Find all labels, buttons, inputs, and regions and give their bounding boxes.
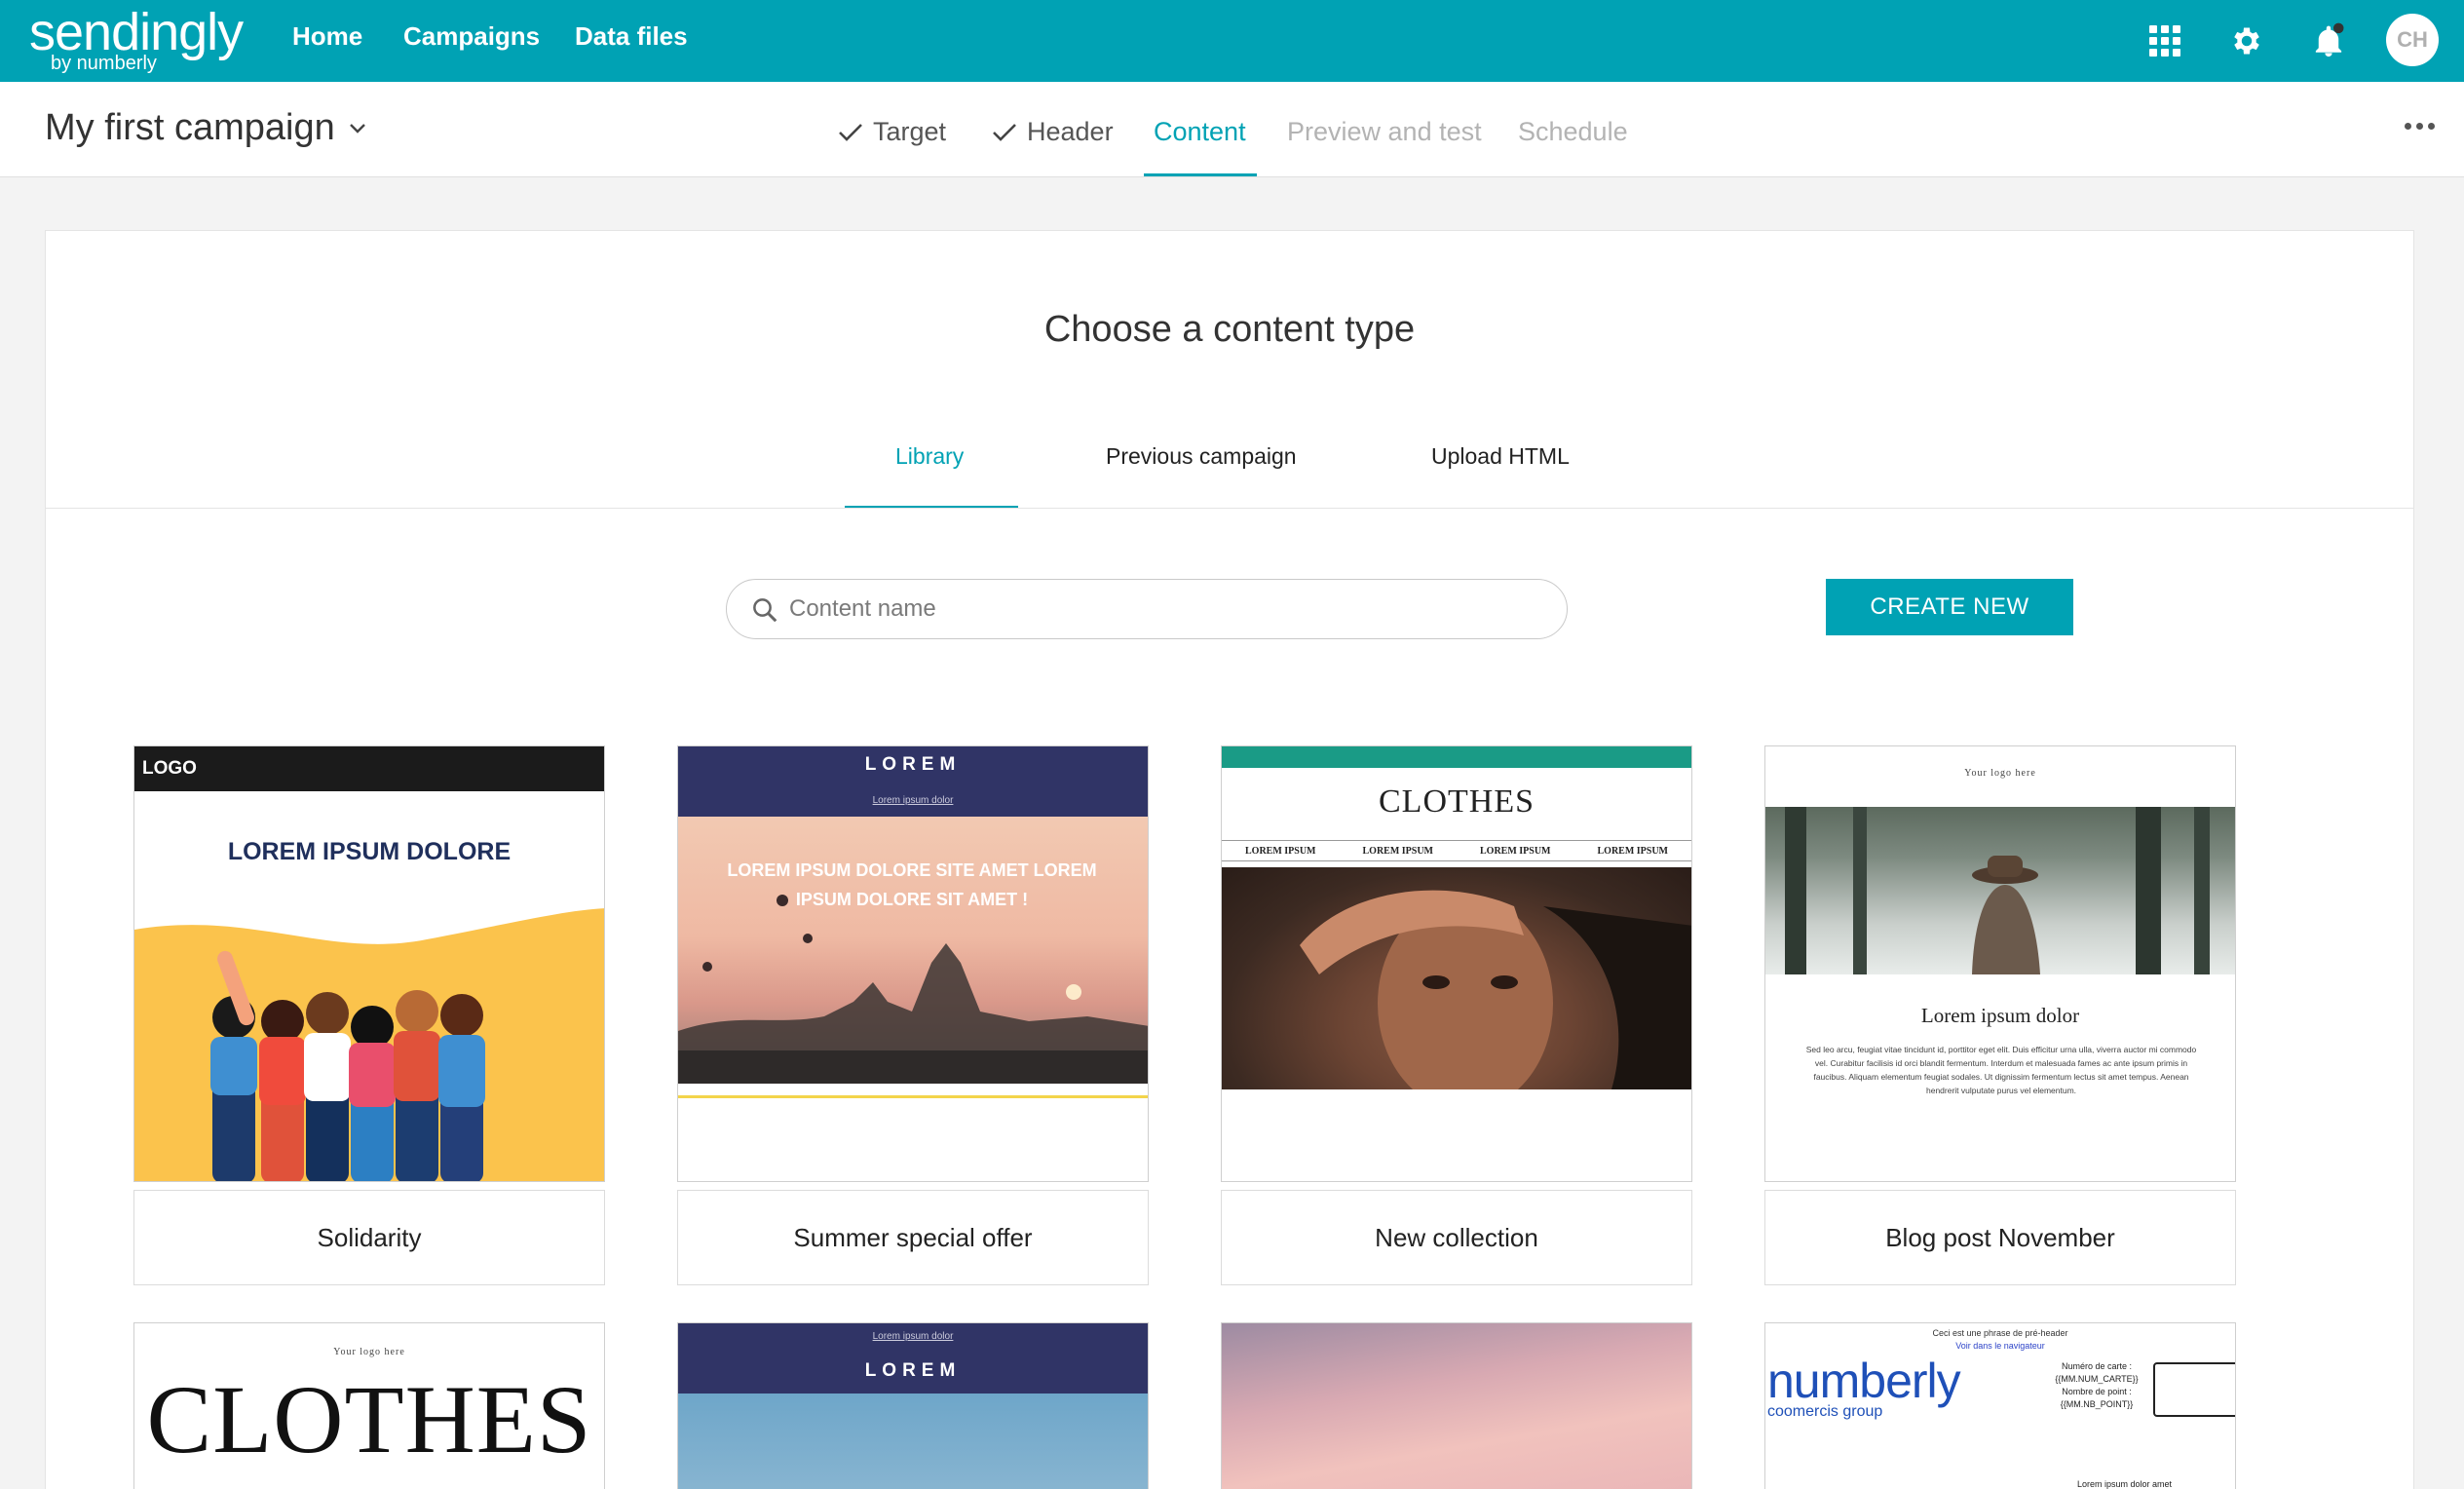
sky-photo (678, 1394, 1148, 1489)
campaign-title-dropdown[interactable]: My first campaign (45, 107, 366, 149)
thumbnail-headline: Lorem ipsum dolor (1920, 1004, 2080, 1027)
brand-subtitle: by numberly (51, 53, 157, 74)
step-label: Content (1154, 117, 1246, 146)
nav-home[interactable]: Home (292, 21, 362, 52)
template-thumbnail[interactable]: LOGO LOREM IPSUM DOLORE (133, 745, 605, 1182)
nav-campaigns[interactable]: Campaigns (403, 21, 540, 52)
step-label: Schedule (1518, 117, 1628, 146)
step-schedule: Schedule (1518, 117, 1628, 147)
thumbnail-nav-item: LOREM IPSUM (1245, 845, 1316, 857)
template-name[interactable]: Solidarity (133, 1190, 605, 1285)
sendingly-logo[interactable]: sendingly by numberly (29, 4, 244, 74)
apps-grid-icon[interactable] (2143, 19, 2186, 62)
search-icon (753, 598, 777, 623)
card-line: Numéro de carte : (2061, 1361, 2133, 1371)
friends-hugging-illustration (134, 908, 604, 1181)
loyalty-card-icon (2153, 1362, 2235, 1417)
notifications-bell-icon[interactable] (2307, 19, 2350, 62)
content-type-panel: Choose a content type Library Previous c… (45, 230, 2414, 1489)
template-name[interactable]: Blog post November (1764, 1190, 2236, 1285)
thumbnail-top-bar (1222, 746, 1691, 768)
thumbnail-nav-item: LOREM IPSUM (1362, 845, 1434, 857)
template-thumbnail[interactable] (1221, 1322, 1692, 1489)
nav-data-files[interactable]: Data files (575, 21, 688, 52)
step-preview-and-test: Preview and test (1287, 117, 1482, 147)
content-name-input[interactable] (789, 592, 1530, 627)
thumbnail-headline: LOREM IPSUM DOLORE SITE AMET LOREM IPSUM… (727, 860, 1097, 909)
card-line: {{MM.NB_POINT}} (2060, 1399, 2134, 1409)
thumbnail-subtitle: Lorem ipsum dolor (872, 1331, 954, 1342)
thumbnail-nav-item: LOREM IPSUM (1597, 845, 1669, 857)
template-name[interactable]: Summer special offer (677, 1190, 1149, 1285)
numberly-group: coomercis group (1767, 1403, 1883, 1420)
template-thumbnail[interactable]: Lorem ipsum dolor LOREM (677, 1322, 1149, 1489)
tabs-divider (46, 508, 2413, 509)
template-name[interactable]: New collection (1221, 1190, 1692, 1285)
check-icon (993, 123, 1016, 141)
preheader-text: Ceci est une phrase de pré-header (1932, 1328, 2068, 1338)
step-content[interactable]: Content (1154, 117, 1246, 147)
template-thumbnail[interactable]: Your logo here Lorem ipsum dolor Sed leo… (1764, 745, 2236, 1182)
step-target[interactable]: Target (838, 117, 946, 147)
campaign-title: My first campaign (45, 107, 335, 148)
thumbnail-subtitle: Lorem ipsum dolor (872, 795, 954, 806)
user-avatar[interactable]: CH (2386, 14, 2439, 66)
card-line: {{MM.NUM_CARTE}} (2055, 1374, 2139, 1384)
campaign-header: My first campaign Target Header Content … (0, 82, 2464, 177)
thumbnail-footer: Lorem ipsum dolor amet (2077, 1479, 2173, 1489)
chevron-down-icon (349, 123, 365, 134)
numberly-logo: numberly (1767, 1354, 1961, 1408)
active-step-indicator (1144, 173, 1257, 176)
thumbnail-divider (678, 1095, 1148, 1098)
panel-title: Choose a content type (1043, 309, 1416, 350)
thumbnail-logo: Your logo here (1964, 768, 2036, 779)
pink-clouds-photo (1222, 1323, 1691, 1489)
thumbnail-header: LOREM Lorem ipsum dolor (678, 746, 1148, 817)
woman-portrait-photo (1222, 867, 1691, 1089)
step-label: Preview and test (1287, 117, 1482, 146)
snowy-forest-photo (1765, 807, 2235, 974)
thumbnail-header: Lorem ipsum dolor LOREM (678, 1323, 1148, 1394)
check-icon (839, 123, 862, 141)
thumbnail-brand: LOREM (864, 754, 962, 775)
tab-previous-campaign[interactable]: Previous campaign (1106, 443, 1297, 470)
thumbnail-brand: CLOTHES (146, 1365, 592, 1473)
thumbnail-logo: Your logo here (333, 1347, 405, 1357)
create-new-button[interactable]: CREATE NEW (1826, 579, 2073, 635)
step-label: Target (873, 117, 947, 146)
top-navigation-bar: sendingly by numberly Home Campaigns Dat… (0, 0, 2464, 82)
thumbnail-body-text: Sed leo arcu, feugiat vitae tincidunt id… (1805, 1045, 2197, 1095)
thumbnail-logo-bar: LOGO (134, 746, 604, 791)
loyalty-card-info: Numéro de carte : {{MM.NUM_CARTE}} Nombr… (2038, 1360, 2155, 1411)
thumbnail-nav-item: LOREM IPSUM (1480, 845, 1551, 857)
thumbnail-headline: LOREM IPSUM DOLORE (227, 838, 512, 865)
step-label: Header (1027, 117, 1114, 146)
thumbnail-brand: LOREM (864, 1360, 962, 1381)
template-thumbnail[interactable]: LOREM Lorem ipsum dolor LOREM IPSUM DOLO… (677, 745, 1149, 1182)
thumbnail-nav: LOREM IPSUM LOREM IPSUM LOREM IPSUM LORE… (1222, 840, 1691, 861)
content-search-box[interactable] (726, 579, 1568, 639)
card-line: Nombre de point : (2062, 1387, 2132, 1396)
template-thumbnail[interactable]: CLOTHES LOREM IPSUM LOREM IPSUM LOREM IP… (1221, 745, 1692, 1182)
tab-upload-html[interactable]: Upload HTML (1431, 443, 1570, 470)
thumbnail-brand: CLOTHES (1379, 783, 1535, 820)
browser-link: Voir dans le navigateur (1955, 1341, 2045, 1351)
step-header[interactable]: Header (992, 117, 1114, 147)
more-options-icon[interactable] (2405, 123, 2435, 130)
settings-gear-icon[interactable] (2225, 19, 2268, 62)
thumbnail-preheader: Ceci est une phrase de pré-header Voir d… (1765, 1327, 2235, 1353)
template-thumbnail[interactable]: Your logo here CLOTHES (133, 1322, 605, 1489)
template-thumbnail[interactable]: Ceci est une phrase de pré-header Voir d… (1764, 1322, 2236, 1489)
tab-library[interactable]: Library (895, 443, 964, 470)
